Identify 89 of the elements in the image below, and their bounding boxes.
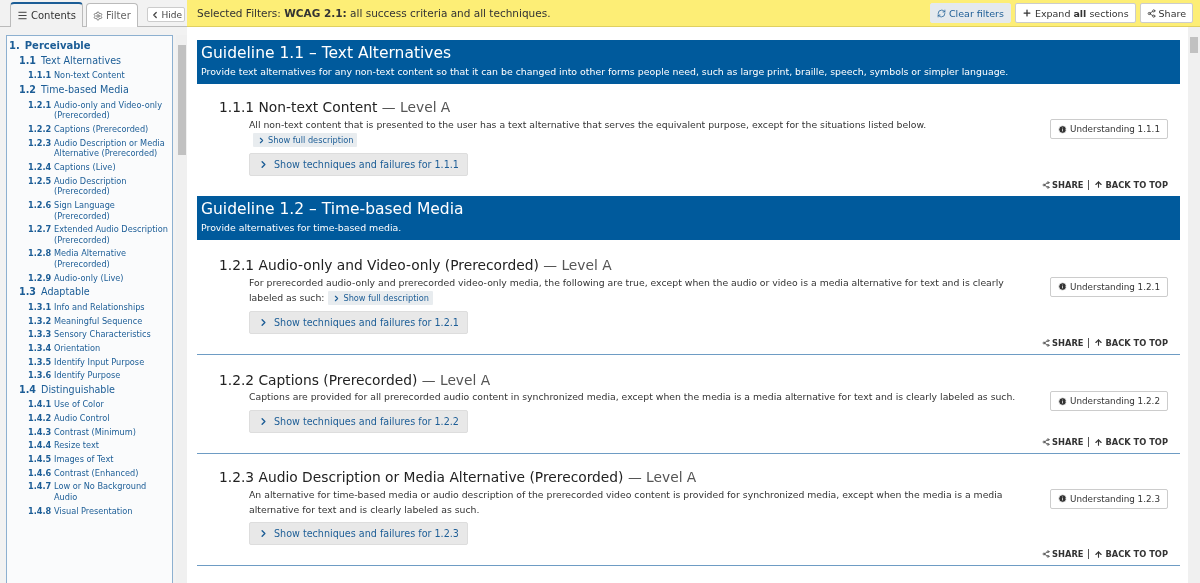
criterion-description: Captions are provided for all prerecorded audio content in synchronized media, except when the media is a media alternative for text and is clearly labeled as such.	[249, 390, 1017, 405]
arrow-up-icon	[1094, 338, 1104, 348]
toc-link[interactable]: 1.4.4 Resize text	[9, 440, 172, 451]
share-link[interactable]: SHARE	[1042, 549, 1084, 560]
toc-link[interactable]: 1.2.2 Captions (Prerecorded)	[9, 123, 172, 135]
sidebar-tab[interactable]: Filter	[86, 3, 138, 27]
understanding-button[interactable]: Understanding 1.2.3	[1050, 488, 1168, 509]
toc-link[interactable]: 1.2.6 Sign Language (Prerecorded)	[9, 199, 172, 222]
share-icon	[1042, 338, 1051, 347]
toc-link[interactable]: 1.2.8 Media Alternative (Prerecorded)	[9, 248, 172, 270]
sidebar-tab[interactable]: Contents	[10, 2, 83, 27]
share-icon	[1042, 180, 1051, 189]
toc-link[interactable]: 1.2.4 Captions (Live)	[9, 161, 172, 173]
criterion-title: 1.1.1 Non-text Content — Level A	[219, 98, 452, 118]
chevron-right-icon	[257, 135, 266, 145]
toc-link[interactable]: 1.4 Distinguishable	[9, 383, 172, 397]
toolbar-button[interactable]: Expand all sections	[1014, 3, 1136, 23]
toc-link[interactable]: 1.2 Time-based Media	[9, 84, 172, 97]
understanding-button[interactable]: Understanding 1.2.1	[1050, 276, 1168, 297]
arrow-up-icon	[1094, 549, 1104, 559]
list-icon	[17, 10, 28, 21]
toc-link[interactable]: 1.2.9 Audio-only (Live)	[9, 272, 172, 284]
toc-link[interactable]: 1.4.1 Use of Color	[9, 399, 172, 410]
show-full-description-button[interactable]: Show full description	[328, 291, 433, 306]
share-icon	[1146, 8, 1156, 18]
back-to-top-link[interactable]: BACK TO TOP	[1094, 437, 1168, 448]
share-link[interactable]: SHARE	[1042, 337, 1084, 348]
info-icon	[1058, 282, 1067, 292]
back-to-top-link[interactable]: BACK TO TOP	[1094, 179, 1168, 190]
filter-summary: Selected Filters: WCAG 2.1: all success criteria and all techniques.	[197, 7, 552, 19]
criterion-title: 1.2.1 Audio-only and Video-only (Prerecorded) — Level A	[219, 256, 613, 275]
techniques-button[interactable]: Show techniques and failures for 1.2.1	[249, 310, 468, 334]
back-to-top-link[interactable]: BACK TO TOP	[1094, 549, 1168, 560]
criterion-title: 1.2.3 Audio Description or Media Alternative (Prerecorded) — Level A	[219, 468, 698, 487]
toc-link[interactable]: 1.4.3 Contrast (Minimum)	[9, 426, 172, 438]
criterion-description: For prerecorded audio-only and prerecorded video-only media, the following are true, except when the audio or video is a media alternative for text and is clearly labeled as such: Show full description	[249, 275, 1005, 306]
guideline-title: Guideline 1.2 – Time-based Media	[201, 198, 465, 220]
guideline-description: Provide text alternatives for any non-text content so that it can be changed into other forms people need, such as large print, braille, speech, symbols or simpler language.	[201, 65, 1010, 79]
guideline-title: Guideline 1.1 – Text Alternatives	[201, 43, 453, 64]
info-icon	[1058, 396, 1067, 406]
toc-link[interactable]: 1.2.7 Extended Audio Description (Prerecorded)	[9, 224, 172, 246]
chevron-right-icon	[258, 316, 269, 328]
toc-link[interactable]: 1.4.7 Low or No Background Audio	[9, 481, 172, 503]
techniques-button[interactable]: Show techniques and failures for 1.1.1	[249, 152, 468, 176]
toc-link[interactable]: 1.4.8 Visual Presentation	[9, 505, 172, 517]
criterion-title: 1.2.2 Captions (Prerecorded) — Level A	[219, 370, 492, 390]
guideline-description: Provide alternatives for time-based media.	[201, 221, 403, 235]
arrow-up-icon	[1094, 437, 1104, 447]
share-link[interactable]: SHARE	[1042, 179, 1084, 190]
info-icon	[1058, 494, 1067, 504]
criterion-description: All non-text content that is presented to the user has a text alternative that serves the equivalent purpose, except for the situations listed below. Show full description	[249, 118, 928, 148]
plus-icon	[1021, 8, 1032, 18]
toc-link[interactable]: 1.1 Text Alternatives	[9, 55, 172, 68]
toolbar-button[interactable]: Clear filters	[929, 3, 1011, 23]
toc-link[interactable]: 1.3.4 Orientation	[9, 342, 172, 354]
toc-link[interactable]: 1.2.1 Audio-only and Video-only (Prerecorded)	[9, 99, 172, 121]
toc-link[interactable]: 1.3.3 Sensory Characteristics	[9, 329, 172, 340]
toc-link[interactable]: 1.2.5 Audio Description (Prerecorded)	[9, 175, 172, 197]
toc-link[interactable]: 1.3.2 Meaningful Sequence	[9, 315, 172, 327]
toc-link[interactable]: 1.3 Adaptable	[9, 286, 172, 299]
toolbar-button[interactable]: Share	[1139, 3, 1193, 23]
hide-button[interactable]: Hide	[147, 7, 185, 22]
back-to-top-link[interactable]: BACK TO TOP	[1094, 337, 1168, 348]
info-icon	[1058, 124, 1067, 134]
gear-icon	[93, 10, 103, 21]
arrow-up-icon	[1094, 180, 1104, 190]
toc-link[interactable]: 1.3.6 Identify Purpose	[9, 370, 172, 381]
chevron-right-icon	[258, 416, 269, 428]
understanding-button[interactable]: Understanding 1.2.2	[1050, 391, 1168, 412]
share-icon	[1042, 550, 1051, 559]
toc-link[interactable]: 1.3.5 Identify Input Purpose	[9, 356, 172, 368]
toc-link[interactable]: 1.4.5 Images of Text	[9, 453, 172, 465]
techniques-button[interactable]: Show techniques and failures for 1.2.2	[249, 410, 468, 434]
chevron-right-icon	[258, 158, 269, 170]
toc-link[interactable]: 1. Perceivable	[9, 39, 172, 52]
criterion-description: An alternative for time-based media or audio description of the prerecorded video content is provided for synchronized media, except when the media is a media alternative for text and is clearly labeled as such.	[249, 487, 1004, 517]
refresh-icon	[936, 8, 946, 18]
share-link[interactable]: SHARE	[1042, 437, 1084, 448]
show-full-description-button[interactable]: Show full description	[253, 133, 358, 148]
scrollbar[interactable]	[1188, 27, 1200, 583]
techniques-button[interactable]: Show techniques and failures for 1.2.3	[249, 522, 468, 546]
toc-link[interactable]: 1.3.1 Info and Relationships	[9, 301, 172, 313]
toc-link[interactable]: 1.4.2 Audio Control	[9, 412, 172, 424]
chevron-right-icon	[258, 528, 269, 540]
toc-link[interactable]: 1.1.1 Non-text Content	[9, 70, 172, 82]
toc-link[interactable]: 1.2.3 Audio Description or Media Alternative (Prerecorded)	[9, 137, 172, 159]
understanding-button[interactable]: Understanding 1.1.1	[1050, 119, 1168, 140]
toc-link[interactable]: 1.4.6 Contrast (Enhanced)	[9, 467, 172, 479]
share-icon	[1042, 438, 1051, 447]
